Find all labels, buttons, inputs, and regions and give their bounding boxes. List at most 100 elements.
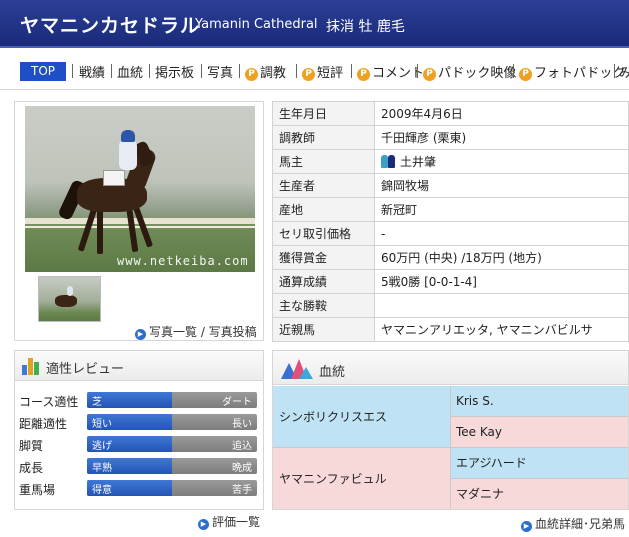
nav-item-comment[interactable]: P コメント bbox=[357, 62, 424, 81]
dam-sire-cell[interactable]: エアジハード bbox=[451, 448, 628, 479]
profile-owner-cell[interactable]: 土井肇 bbox=[374, 149, 629, 174]
bloodline-detail-label: 血統詳細･兄弟馬 bbox=[535, 517, 626, 531]
premium-icon: P bbox=[357, 68, 370, 81]
nav-separator bbox=[239, 64, 240, 78]
sire-dam-cell[interactable]: Tee Kay bbox=[451, 417, 628, 448]
silks-icon bbox=[381, 155, 396, 168]
nav-separator bbox=[614, 64, 615, 78]
dam-dam-cell[interactable]: マダニナ bbox=[451, 479, 628, 509]
table-row: 獲得賞金 60万円 (中央) /18万円 (地方) bbox=[272, 245, 629, 270]
profile-key: 生年月日 bbox=[272, 101, 375, 126]
table-row: 馬主 土井肇 bbox=[272, 149, 629, 174]
horse-status: 抹消 牡 鹿毛 bbox=[326, 19, 405, 35]
aptitude-left-label: 得意 bbox=[92, 485, 112, 496]
sire-sire-name: Kris S. bbox=[456, 394, 494, 408]
table-row: 生年月日 2009年4月6日 bbox=[272, 101, 629, 126]
nav-item-short-review[interactable]: P 短評 bbox=[302, 62, 343, 81]
aptitude-row: 重馬場 得意 苦手 bbox=[19, 480, 263, 497]
nav-item-photos[interactable]: 写真 bbox=[207, 62, 233, 81]
nav-top-tab[interactable]: TOP bbox=[20, 62, 66, 81]
sire-dam-name: Tee Kay bbox=[456, 425, 502, 439]
profile-value-link[interactable]: ヤマニンアリエッタ, ヤマニンバビルサ bbox=[374, 317, 629, 342]
profile-value-link[interactable]: 千田輝彦 (栗東) bbox=[374, 125, 629, 150]
aptitude-right-label: 長い bbox=[232, 419, 252, 430]
nav-item-label: フォトパドック bbox=[534, 66, 626, 81]
aptitude-label: 重馬場 bbox=[19, 483, 56, 497]
table-row: 産地 新冠町 bbox=[272, 197, 629, 222]
profile-value-link[interactable]: 5戦0勝 [0-0-1-4] bbox=[374, 269, 629, 294]
photo-panel: www.netkeiba.com ▶ 写真一覧 / 写真投稿 bbox=[14, 101, 264, 341]
nav-item-paddock-video[interactable]: P パドック映像 bbox=[423, 62, 516, 81]
photo-links-label: 写真一覧 / 写真投稿 bbox=[149, 325, 257, 339]
nav-item-more[interactable]: み bbox=[619, 62, 629, 81]
thumbnail-horse bbox=[55, 295, 77, 307]
nav-separator bbox=[201, 64, 202, 78]
aptitude-review-panel: 適性レビュー コース適性 芝 ダート 距離適性 短い 長い 脚質 逃げ 追込 成… bbox=[14, 350, 264, 510]
table-row: 生産者 錦岡牧場 bbox=[272, 173, 629, 198]
photo-watermark: www.netkeiba.com bbox=[117, 254, 249, 268]
nav-separator bbox=[72, 64, 73, 78]
photo-links[interactable]: ▶ 写真一覧 / 写真投稿 bbox=[135, 323, 257, 340]
aptitude-left-label: 短い bbox=[92, 419, 112, 430]
nav-item-pedigree[interactable]: 血統 bbox=[117, 62, 143, 81]
nav-separator bbox=[417, 64, 418, 78]
review-title: 適性レビュー bbox=[46, 362, 125, 377]
nav-separator bbox=[351, 64, 352, 78]
aptitude-row: 成長 早熟 晩成 bbox=[19, 458, 263, 475]
profile-value-link[interactable]: 錦岡牧場 bbox=[374, 173, 629, 198]
nav-divider bbox=[0, 89, 629, 90]
nav-separator bbox=[296, 64, 297, 78]
review-list-link[interactable]: ▶ 評価一覧 bbox=[198, 513, 260, 530]
premium-icon: P bbox=[423, 68, 436, 81]
aptitude-bar: 芝 ダート bbox=[87, 392, 257, 408]
nav-item-training[interactable]: P 調教 bbox=[245, 62, 286, 81]
aptitude-label: 成長 bbox=[19, 461, 44, 475]
profile-value: 2009年4月6日 bbox=[374, 101, 629, 126]
sire-name: シンボリクリスエス bbox=[279, 410, 388, 424]
table-row: 調教師 千田輝彦 (栗東) bbox=[272, 125, 629, 150]
horse-nav: TOP 戦績 血統 掲示板 写真 P 調教 P 短評 P コメント P パドック映像 P… bbox=[0, 58, 629, 82]
premium-icon: P bbox=[519, 68, 532, 81]
nav-item-label: 短評 bbox=[317, 66, 344, 81]
nav-item-results[interactable]: 戦績 bbox=[79, 62, 105, 81]
nav-item-board[interactable]: 掲示板 bbox=[155, 62, 194, 81]
horse-leg bbox=[97, 206, 103, 254]
profile-key: 産地 bbox=[272, 197, 375, 222]
premium-icon: P bbox=[245, 68, 258, 81]
aptitude-right-label: 苦手 bbox=[232, 485, 252, 496]
review-header: 適性レビュー bbox=[15, 351, 263, 381]
aptitude-label: コース適性 bbox=[19, 395, 79, 409]
jockey bbox=[119, 140, 137, 170]
aptitude-right-label: 追込 bbox=[232, 441, 252, 452]
circle-arrow-icon: ▶ bbox=[198, 519, 209, 530]
jockey-cap bbox=[121, 130, 135, 142]
saddle-cloth bbox=[103, 170, 125, 186]
nav-item-photo-paddock[interactable]: P フォトパドック bbox=[519, 62, 625, 81]
bloodline-detail-link[interactable]: ▶ 血統詳細･兄弟馬 bbox=[521, 515, 625, 532]
profile-value: 新冠町 bbox=[374, 197, 629, 222]
sire-sire-cell[interactable]: Kris S. bbox=[451, 386, 628, 417]
profile-key: 生産者 bbox=[272, 173, 375, 198]
aptitude-left-label: 早熟 bbox=[92, 463, 112, 474]
bloodline-title: 血統 bbox=[319, 365, 346, 380]
sire-cell[interactable]: シンボリクリスエス bbox=[273, 386, 451, 448]
horse-name: ヤマニンカセドラル bbox=[20, 15, 201, 37]
table-row: 近親馬 ヤマニンアリエッタ, ヤマニンバビルサ bbox=[272, 317, 629, 342]
horse-english-name: Yamanin Cathedral bbox=[195, 17, 318, 32]
dam-cell[interactable]: ヤマニンファビュル bbox=[273, 448, 451, 509]
circle-arrow-icon: ▶ bbox=[521, 521, 532, 532]
dam-name: ヤマニンファビュル bbox=[279, 472, 387, 486]
photo-thumbnail[interactable] bbox=[38, 276, 101, 322]
nav-separator bbox=[149, 64, 150, 78]
profile-key: 近親馬 bbox=[272, 317, 375, 342]
profile-value: - bbox=[374, 221, 629, 246]
dam-dam-name: マダニナ bbox=[456, 487, 505, 501]
profile-key: 獲得賞金 bbox=[272, 245, 375, 270]
aptitude-left-label: 芝 bbox=[92, 397, 102, 408]
bloodline-header: 血統 bbox=[273, 351, 628, 385]
nav-item-label: 調教 bbox=[260, 66, 287, 81]
bloodline-icon bbox=[281, 359, 313, 379]
horse-photo[interactable]: www.netkeiba.com bbox=[25, 106, 255, 272]
profile-key: 通算成績 bbox=[272, 269, 375, 294]
aptitude-right-label: 晩成 bbox=[232, 463, 252, 474]
